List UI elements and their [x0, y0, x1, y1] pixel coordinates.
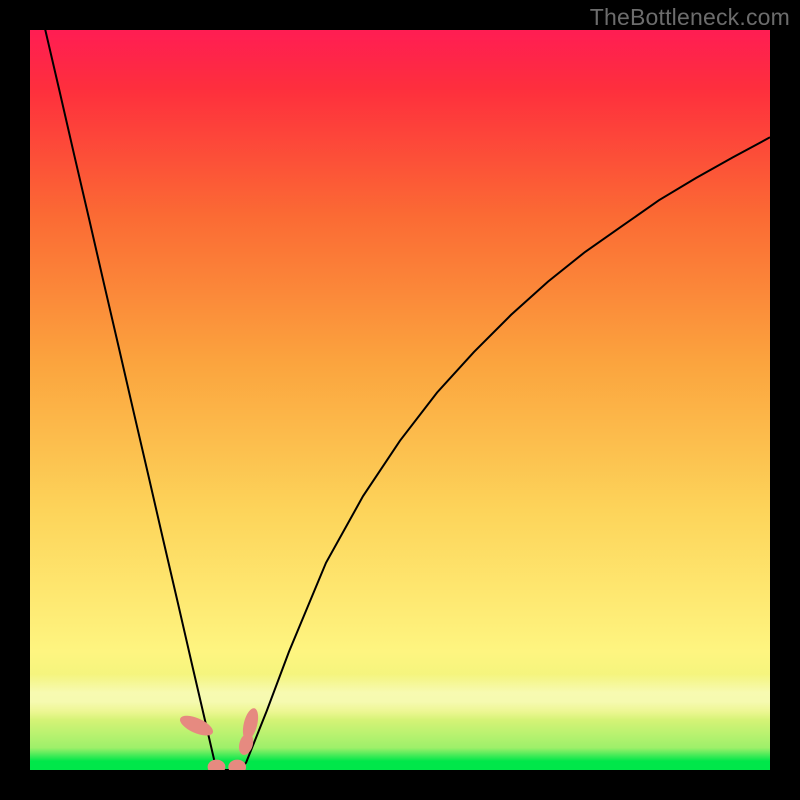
- chart-frame: TheBottleneck.com: [0, 0, 800, 800]
- bottleneck-curve: [30, 30, 770, 770]
- marker-group: [177, 707, 261, 770]
- plot-area: [30, 30, 770, 770]
- bottom-right-blob: [228, 760, 246, 770]
- attribution-label: TheBottleneck.com: [590, 4, 790, 31]
- curve-layer: [30, 30, 770, 770]
- bottom-left-blob: [208, 760, 226, 770]
- left-blob: [177, 712, 216, 740]
